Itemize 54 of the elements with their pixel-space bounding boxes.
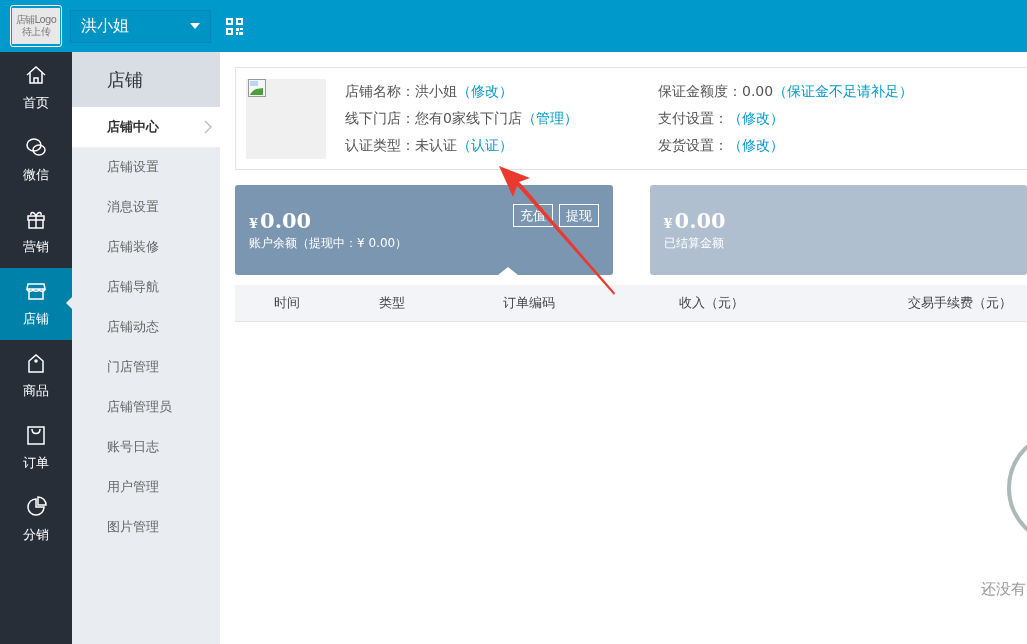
info-text: 支付设置： (658, 109, 728, 128)
empty-state-text: 还没有 (981, 580, 1026, 599)
submenu-item[interactable]: 店铺导航 (72, 267, 220, 307)
storefront-icon (25, 280, 47, 302)
info-link[interactable]: （保证金不足请补足） (773, 82, 914, 101)
column-header: 类型 (379, 294, 405, 312)
house-icon (25, 64, 47, 86)
balance-action-button[interactable]: 提现 (558, 204, 599, 227)
tag-icon (25, 352, 47, 374)
pie-chart-icon (25, 496, 47, 518)
submenu-item[interactable]: 账号日志 (72, 427, 220, 467)
nav-item[interactable]: 分销 (0, 484, 72, 556)
nav-item[interactable]: 店铺 (0, 268, 72, 340)
column-header: 时间 (274, 294, 300, 312)
selection-notch (498, 267, 518, 275)
nav-item[interactable]: 订单 (0, 412, 72, 484)
column-header: 收入（元） (678, 294, 744, 312)
qr-code-icon[interactable] (226, 17, 243, 35)
submenu-item[interactable]: 店铺装修 (72, 227, 220, 267)
info-link[interactable]: （认证） (457, 136, 513, 155)
submenu-item[interactable]: 图片管理 (72, 507, 220, 547)
info-link[interactable]: （管理） (521, 109, 578, 128)
submenu-item[interactable]: 店铺设置 (72, 147, 220, 187)
submenu-item[interactable]: 店铺管理员 (72, 387, 220, 427)
submenu-item[interactable]: 消息设置 (72, 187, 220, 227)
submenu-item[interactable]: 门店管理 (72, 347, 220, 387)
nav-item[interactable]: 营销 (0, 196, 72, 268)
balance-amount: ¥0.00 (663, 208, 726, 233)
submenu-item[interactable]: 店铺动态 (72, 307, 220, 347)
nav-item[interactable]: 首页 (0, 52, 72, 124)
info-link[interactable]: （修改） (728, 109, 784, 128)
submenu-item[interactable]: 用户管理 (72, 467, 220, 507)
caret-icon (190, 23, 200, 29)
logo-placeholder-text: 店铺Logo 待上传 (12, 8, 60, 44)
submenu-item[interactable]: 店铺中心 (72, 107, 220, 147)
info-text: 保证金额度：0.00 (658, 82, 774, 101)
store-dropdown[interactable]: 洪小姐 (70, 9, 211, 43)
nav-item[interactable]: 微信 (0, 124, 72, 196)
info-link[interactable]: （修改） (457, 82, 513, 101)
info-text: 店铺名称：洪小姐 (345, 82, 457, 101)
info-text: 发货设置： (658, 136, 728, 155)
info-link[interactable]: （修改） (728, 136, 784, 155)
column-header: 交易手续费（元） (908, 294, 1012, 312)
nav-item[interactable]: 商品 (0, 340, 72, 412)
column-header: 订单编码 (503, 294, 555, 312)
chevron-icon (204, 120, 212, 134)
balance-caption: 账户余额（提现中：¥ 0.00） (249, 235, 408, 252)
submenu-title: 店铺 (72, 52, 220, 107)
info-text: 线下门店：您有0家线下门店 (345, 109, 522, 128)
bag-icon (25, 424, 47, 446)
chat-bubbles-icon (25, 136, 47, 158)
info-text: 认证类型：未认证 (345, 136, 457, 155)
balance-caption: 已结算金额 (663, 235, 725, 252)
balance-amount: ¥0.00 (249, 208, 313, 233)
